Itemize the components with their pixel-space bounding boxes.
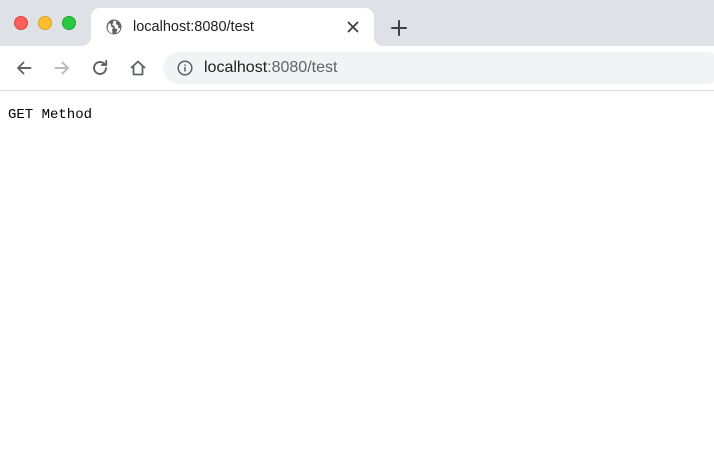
address-bar[interactable]: localhost:8080/test bbox=[163, 52, 714, 84]
arrow-right-icon[interactable] bbox=[52, 58, 72, 78]
info-icon[interactable] bbox=[177, 60, 193, 76]
home-icon[interactable] bbox=[128, 58, 148, 78]
url-host: localhost bbox=[204, 59, 268, 76]
window-maximize-button[interactable] bbox=[62, 16, 76, 30]
browser-toolbar: localhost:8080/test bbox=[0, 46, 714, 91]
arrow-left-icon[interactable] bbox=[14, 58, 34, 78]
reload-icon[interactable] bbox=[90, 58, 110, 78]
tab-strip: localhost:8080/test bbox=[0, 0, 714, 46]
globe-icon bbox=[106, 19, 122, 35]
page-body-text: GET Method bbox=[8, 107, 93, 123]
plus-icon[interactable] bbox=[388, 17, 410, 39]
url-path: :8080/test bbox=[267, 59, 338, 76]
browser-tab-active[interactable]: localhost:8080/test bbox=[91, 8, 374, 46]
tab-title: localhost:8080/test bbox=[133, 19, 254, 35]
window-minimize-button[interactable] bbox=[38, 16, 52, 30]
window-close-button[interactable] bbox=[14, 16, 28, 30]
page-content: GET Method bbox=[0, 91, 714, 468]
close-icon[interactable] bbox=[345, 19, 361, 35]
url-text[interactable]: localhost:8080/test bbox=[204, 58, 337, 78]
browser-window: localhost:8080/test localhost:8080/test … bbox=[0, 0, 714, 468]
